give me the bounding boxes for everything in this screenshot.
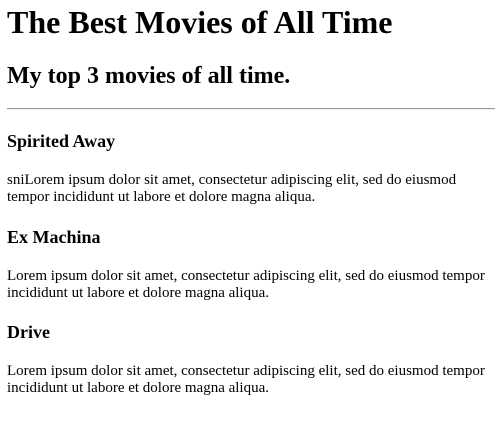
divider xyxy=(7,108,495,110)
page-subtitle: My top 3 movies of all time. xyxy=(7,63,291,89)
page-title: The Best Movies of All Time xyxy=(7,4,393,40)
movie-description-spirited-away: sniLorem ipsum dolor sit amet, consectet… xyxy=(7,172,457,205)
movie-title-spirited-away: Spirited Away xyxy=(7,131,116,151)
movie-title-ex-machina: Ex Machina xyxy=(7,227,101,247)
movie-description-ex-machina: Lorem ipsum dolor sit amet, consectetur … xyxy=(7,268,485,301)
page: The Best Movies of All Time My top 3 mov… xyxy=(0,0,497,423)
movie-title-drive: Drive xyxy=(7,322,50,342)
movie-description-drive: Lorem ipsum dolor sit amet, consectetur … xyxy=(7,363,485,396)
